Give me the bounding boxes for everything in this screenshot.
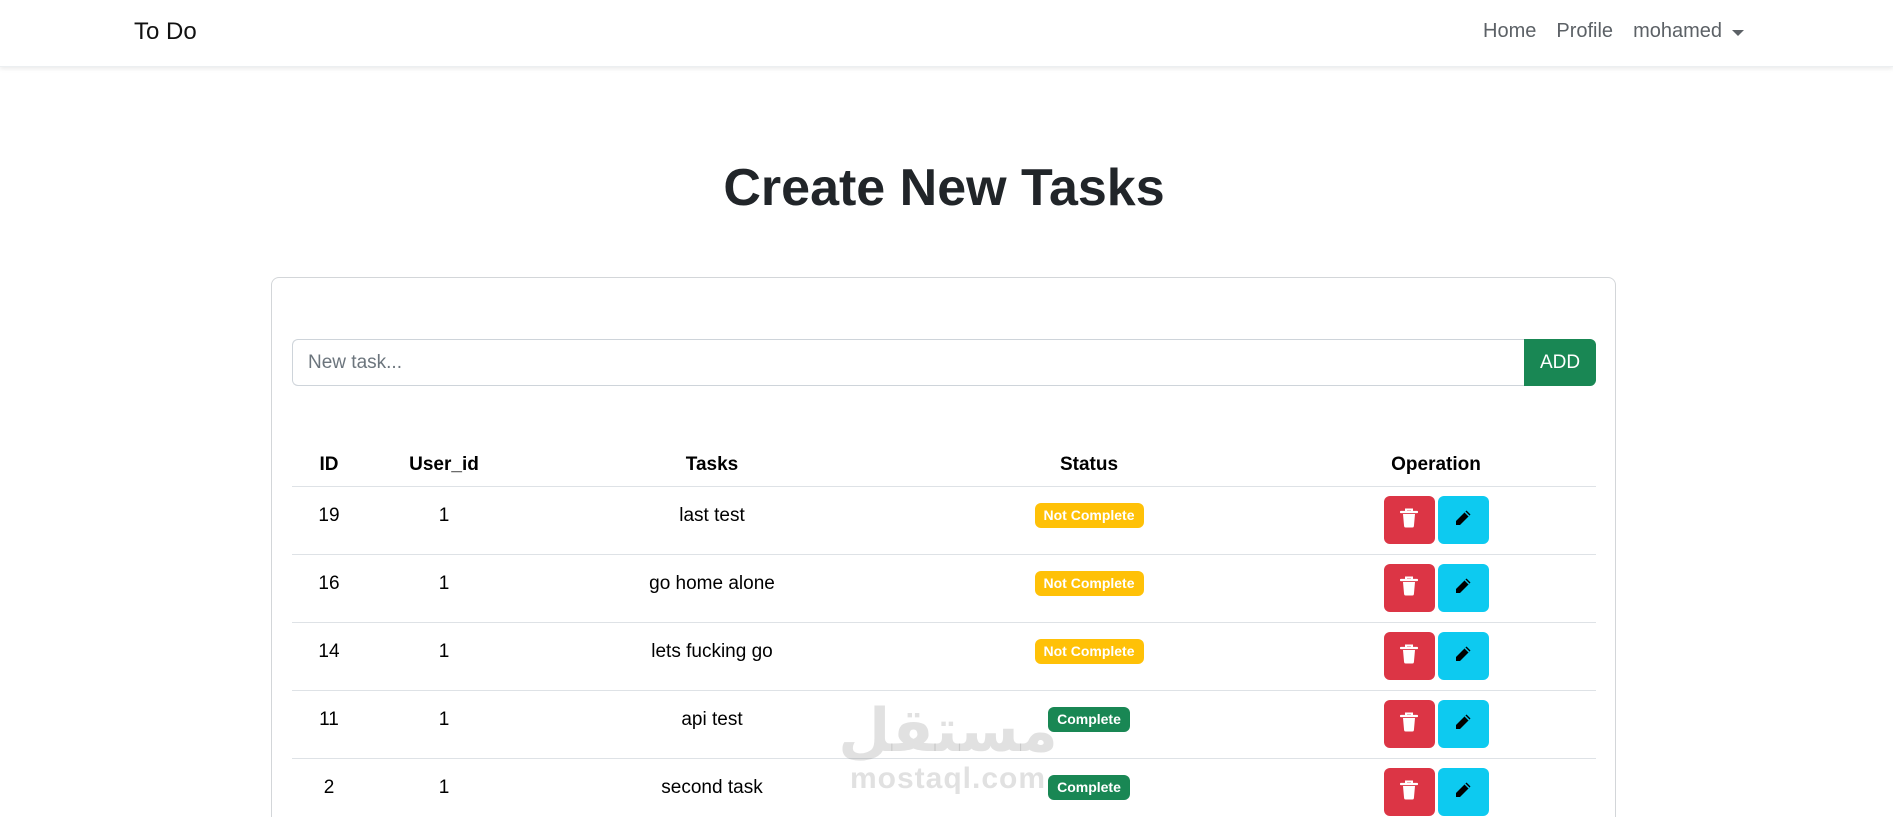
pencil-icon bbox=[1453, 508, 1473, 531]
brand-link[interactable]: To Do bbox=[134, 18, 197, 46]
cell-status: Not Complete bbox=[902, 554, 1276, 623]
cell-status: Not Complete bbox=[902, 622, 1276, 691]
nav-links: Home Profile mohamed bbox=[1483, 20, 1744, 43]
edit-task-button[interactable] bbox=[1437, 699, 1489, 748]
trash-icon bbox=[1399, 780, 1419, 803]
cell-id: 19 bbox=[292, 486, 366, 555]
watermark-logo: مستقل bbox=[838, 697, 1058, 764]
cell-status: Not Complete bbox=[902, 486, 1276, 555]
watermark: مستقل mostaql.com bbox=[838, 700, 1058, 796]
page-title: Create New Tasks bbox=[723, 159, 1165, 217]
pencil-icon bbox=[1453, 712, 1473, 735]
status-badge: Not Complete bbox=[1034, 638, 1144, 664]
cell-id: 2 bbox=[292, 758, 366, 817]
edit-task-button[interactable] bbox=[1437, 563, 1489, 612]
delete-task-button[interactable] bbox=[1383, 563, 1435, 612]
status-badge: Not Complete bbox=[1034, 502, 1144, 528]
cell-user-id: 1 bbox=[366, 554, 522, 623]
navbar: To Do Home Profile mohamed bbox=[0, 0, 1893, 67]
header-status: Status bbox=[902, 444, 1276, 487]
cell-user-id: 1 bbox=[366, 622, 522, 691]
delete-task-button[interactable] bbox=[1383, 631, 1435, 680]
cell-operation bbox=[1276, 486, 1596, 555]
cell-operation bbox=[1276, 622, 1596, 691]
table-row: 14 1 lets fucking go Not Complete bbox=[292, 622, 1596, 691]
pencil-icon bbox=[1453, 780, 1473, 803]
cell-task: last test bbox=[522, 486, 902, 555]
table-row: 16 1 go home alone Not Complete bbox=[292, 554, 1596, 623]
header-operation: Operation bbox=[1276, 444, 1596, 487]
new-task-form: ADD bbox=[292, 339, 1596, 386]
new-task-input[interactable] bbox=[292, 339, 1524, 386]
nav-link-profile[interactable]: Profile bbox=[1556, 20, 1613, 43]
cell-task: go home alone bbox=[522, 554, 902, 623]
header-user-id: User_id bbox=[366, 444, 522, 487]
pencil-icon bbox=[1453, 644, 1473, 667]
trash-icon bbox=[1399, 644, 1419, 667]
edit-task-button[interactable] bbox=[1437, 495, 1489, 544]
trash-icon bbox=[1399, 508, 1419, 531]
cell-user-id: 1 bbox=[366, 690, 522, 759]
user-dropdown-label: mohamed bbox=[1633, 20, 1722, 42]
status-badge: Complete bbox=[1048, 774, 1130, 800]
header-id: ID bbox=[292, 444, 366, 487]
status-badge: Not Complete bbox=[1034, 570, 1144, 596]
user-dropdown[interactable]: mohamed bbox=[1633, 20, 1744, 43]
cell-task: lets fucking go bbox=[522, 622, 902, 691]
cell-id: 16 bbox=[292, 554, 366, 623]
add-task-button[interactable]: ADD bbox=[1524, 339, 1596, 386]
trash-icon bbox=[1399, 576, 1419, 599]
cell-operation bbox=[1276, 758, 1596, 817]
cell-id: 11 bbox=[292, 690, 366, 759]
table-row: 19 1 last test Not Complete bbox=[292, 486, 1596, 555]
cell-user-id: 1 bbox=[366, 758, 522, 817]
edit-task-button[interactable] bbox=[1437, 631, 1489, 680]
status-badge: Complete bbox=[1048, 706, 1130, 732]
edit-task-button[interactable] bbox=[1437, 767, 1489, 816]
cell-operation bbox=[1276, 554, 1596, 623]
nav-link-home[interactable]: Home bbox=[1483, 20, 1536, 43]
watermark-text: mostaql.com bbox=[849, 762, 1047, 795]
pencil-icon bbox=[1453, 576, 1473, 599]
caret-down-icon bbox=[1732, 29, 1744, 36]
cell-operation bbox=[1276, 690, 1596, 759]
delete-task-button[interactable] bbox=[1383, 495, 1435, 544]
table-header-row: ID User_id Tasks Status Operation bbox=[292, 444, 1596, 487]
header-tasks: Tasks bbox=[522, 444, 902, 487]
cell-id: 14 bbox=[292, 622, 366, 691]
cell-user-id: 1 bbox=[366, 486, 522, 555]
delete-task-button[interactable] bbox=[1383, 767, 1435, 816]
delete-task-button[interactable] bbox=[1383, 699, 1435, 748]
trash-icon bbox=[1399, 712, 1419, 735]
